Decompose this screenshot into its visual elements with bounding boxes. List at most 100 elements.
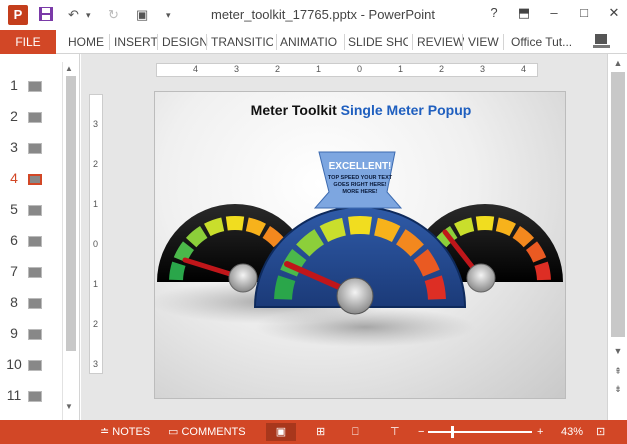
thumbnail-scrollbar[interactable]: ▲ ▼ bbox=[62, 62, 78, 420]
tab-file[interactable]: FILE bbox=[0, 30, 56, 54]
slide-show-icon[interactable]: ⊤ bbox=[390, 425, 400, 439]
zoom-in-icon[interactable]: + bbox=[537, 425, 543, 439]
start-from-beginning-icon[interactable]: ▣ bbox=[136, 6, 148, 24]
slide-thumbnail[interactable]: 2 bbox=[0, 108, 62, 128]
tab-transitions[interactable]: TRANSITIO bbox=[211, 30, 273, 54]
horizontal-ruler: 4 3 2 1 0 1 2 3 4 bbox=[156, 63, 538, 77]
save-icon[interactable] bbox=[38, 6, 54, 27]
slide-thumbnail-image bbox=[28, 329, 42, 340]
customize-qat-icon[interactable]: ▾ bbox=[166, 6, 171, 24]
slide-thumbnail[interactable]: 11 bbox=[0, 387, 62, 407]
scroll-thumb[interactable] bbox=[611, 72, 625, 337]
ruler-tick-label: 2 bbox=[275, 64, 281, 74]
workspace: 1 2 3 4 5 6 7 8 9 10 11 ▲ ▼ 432101234 3210123 Meter … bbox=[0, 54, 627, 420]
center-meter-segment bbox=[348, 216, 372, 235]
callout-line-2: GOES RIGHT HERE! bbox=[333, 182, 386, 188]
reading-view-icon[interactable]: ⎕ bbox=[352, 425, 359, 439]
slide-number: 8 bbox=[10, 294, 18, 310]
slide-thumbnail[interactable]: 4 bbox=[0, 170, 62, 190]
tab-slide-show[interactable]: SLIDE SHO bbox=[348, 30, 408, 54]
left-meter-segment bbox=[225, 216, 245, 231]
slide-thumbnail-image bbox=[28, 236, 42, 247]
slide-number: 9 bbox=[10, 325, 18, 341]
scroll-thumb[interactable] bbox=[66, 76, 76, 351]
tab-insert[interactable]: INSERT bbox=[114, 30, 158, 54]
ruler-tick-label: 3 bbox=[234, 64, 240, 74]
slide-thumbnail[interactable]: 1 bbox=[0, 77, 62, 97]
close-button[interactable]: ✕ bbox=[603, 5, 625, 21]
slide-canvas[interactable]: Meter Toolkit Single Meter Popup EXCELLE… bbox=[154, 91, 566, 399]
minimize-button[interactable]: – bbox=[543, 5, 565, 20]
account-name[interactable]: Office Tut... bbox=[511, 30, 581, 54]
undo-dropdown-icon[interactable]: ▾ bbox=[86, 6, 91, 24]
ruler-tick-label: 0 bbox=[93, 239, 99, 249]
vertical-scrollbar[interactable]: ▲ ▼ ⇞ ⇟ bbox=[607, 54, 627, 420]
ruler-tick-label: 1 bbox=[316, 64, 322, 74]
previous-slide-icon[interactable]: ⇞ bbox=[610, 364, 626, 378]
comments-label: COMMENTS bbox=[181, 426, 246, 438]
ruler-tick-label: 3 bbox=[93, 359, 99, 369]
title-bar: P ↶ ▾ ↻ ▣ ▾ meter_toolkit_17765.pptx - P… bbox=[0, 0, 627, 30]
ruler-tick-label: 1 bbox=[398, 64, 404, 74]
callout-line-1: TOP SPEED YOUR TEXT bbox=[328, 175, 393, 181]
zoom-level[interactable]: 43% bbox=[561, 425, 583, 439]
ruler-tick-label: 3 bbox=[93, 119, 99, 129]
powerpoint-logo-icon: P bbox=[8, 5, 28, 25]
slide-thumbnail[interactable]: 10 bbox=[0, 356, 62, 376]
slide-sorter-icon[interactable]: ⊞ bbox=[316, 425, 325, 439]
slide-thumbnail[interactable]: 8 bbox=[0, 294, 62, 314]
slide-number: 5 bbox=[10, 201, 18, 217]
ruler-tick-label: 4 bbox=[521, 64, 527, 74]
slide-number: 2 bbox=[10, 108, 18, 124]
scroll-up-icon[interactable]: ▲ bbox=[610, 56, 626, 70]
slide-thumbnail-image bbox=[28, 360, 42, 371]
slide-number: 10 bbox=[6, 356, 22, 372]
slide-number: 6 bbox=[10, 232, 18, 248]
comments-button[interactable]: ▭ COMMENTS bbox=[168, 425, 246, 439]
normal-view-icon[interactable]: ▣ bbox=[266, 423, 296, 441]
window-title: meter_toolkit_17765.pptx - PowerPoint bbox=[211, 7, 436, 22]
scroll-up-icon[interactable]: ▲ bbox=[65, 64, 73, 73]
tab-home[interactable]: HOME bbox=[68, 30, 104, 54]
callout-line-3: MORE HERE! bbox=[342, 189, 377, 195]
right-meter-segment bbox=[475, 216, 495, 231]
ribbon-display-options-icon[interactable]: ⬒ bbox=[513, 5, 535, 21]
tab-animations[interactable]: ANIMATIO bbox=[280, 30, 340, 54]
slide-thumbnail-pane: 1 2 3 4 5 6 7 8 9 10 11 ▲ ▼ bbox=[0, 54, 80, 420]
slide-number: 11 bbox=[6, 387, 22, 403]
zoom-slider-knob[interactable] bbox=[451, 426, 454, 438]
vertical-ruler: 3 2 1 0 1 2 3 bbox=[89, 94, 103, 374]
slide-thumbnail[interactable]: 3 bbox=[0, 139, 62, 159]
scroll-down-icon[interactable]: ▼ bbox=[610, 344, 626, 358]
slide-thumbnail-image bbox=[28, 81, 42, 92]
maximize-button[interactable]: □ bbox=[573, 5, 595, 20]
slide-thumbnail-image bbox=[28, 267, 42, 278]
tab-review[interactable]: REVIEW bbox=[417, 30, 464, 54]
account-avatar-icon[interactable] bbox=[592, 33, 612, 56]
ruler-tick-label: 2 bbox=[93, 319, 99, 329]
next-slide-icon[interactable]: ⇟ bbox=[610, 382, 626, 396]
fit-slide-icon[interactable]: ⊡ bbox=[596, 425, 605, 439]
redo-icon[interactable]: ↻ bbox=[108, 6, 119, 24]
slide-number: 7 bbox=[10, 263, 18, 279]
zoom-slider[interactable] bbox=[428, 431, 532, 433]
slide-thumbnail-image bbox=[28, 174, 42, 185]
ruler-tick-label: 2 bbox=[439, 64, 445, 74]
notes-button[interactable]: ≐ NOTES bbox=[100, 425, 150, 439]
tab-design[interactable]: DESIGN bbox=[162, 30, 208, 54]
slide-thumbnail-image bbox=[28, 112, 42, 123]
callout-title: EXCELLENT! bbox=[329, 161, 392, 172]
slide-number: 1 bbox=[10, 77, 18, 93]
help-button[interactable]: ? bbox=[483, 5, 505, 20]
zoom-out-icon[interactable]: − bbox=[418, 425, 424, 439]
slide-thumbnail[interactable]: 9 bbox=[0, 325, 62, 345]
slide-thumbnail-image bbox=[28, 143, 42, 154]
tab-view[interactable]: VIEW bbox=[468, 30, 499, 54]
scroll-down-icon[interactable]: ▼ bbox=[65, 402, 73, 411]
undo-icon[interactable]: ↶ bbox=[68, 6, 79, 24]
slide-thumbnail[interactable]: 7 bbox=[0, 263, 62, 283]
ruler-tick-label: 4 bbox=[193, 64, 199, 74]
slide-thumbnail[interactable]: 6 bbox=[0, 232, 62, 252]
slide-thumbnail[interactable]: 5 bbox=[0, 201, 62, 221]
meter-graphic[interactable]: EXCELLENT! TOP SPEED YOUR TEXT GOES RIGH… bbox=[155, 92, 566, 399]
